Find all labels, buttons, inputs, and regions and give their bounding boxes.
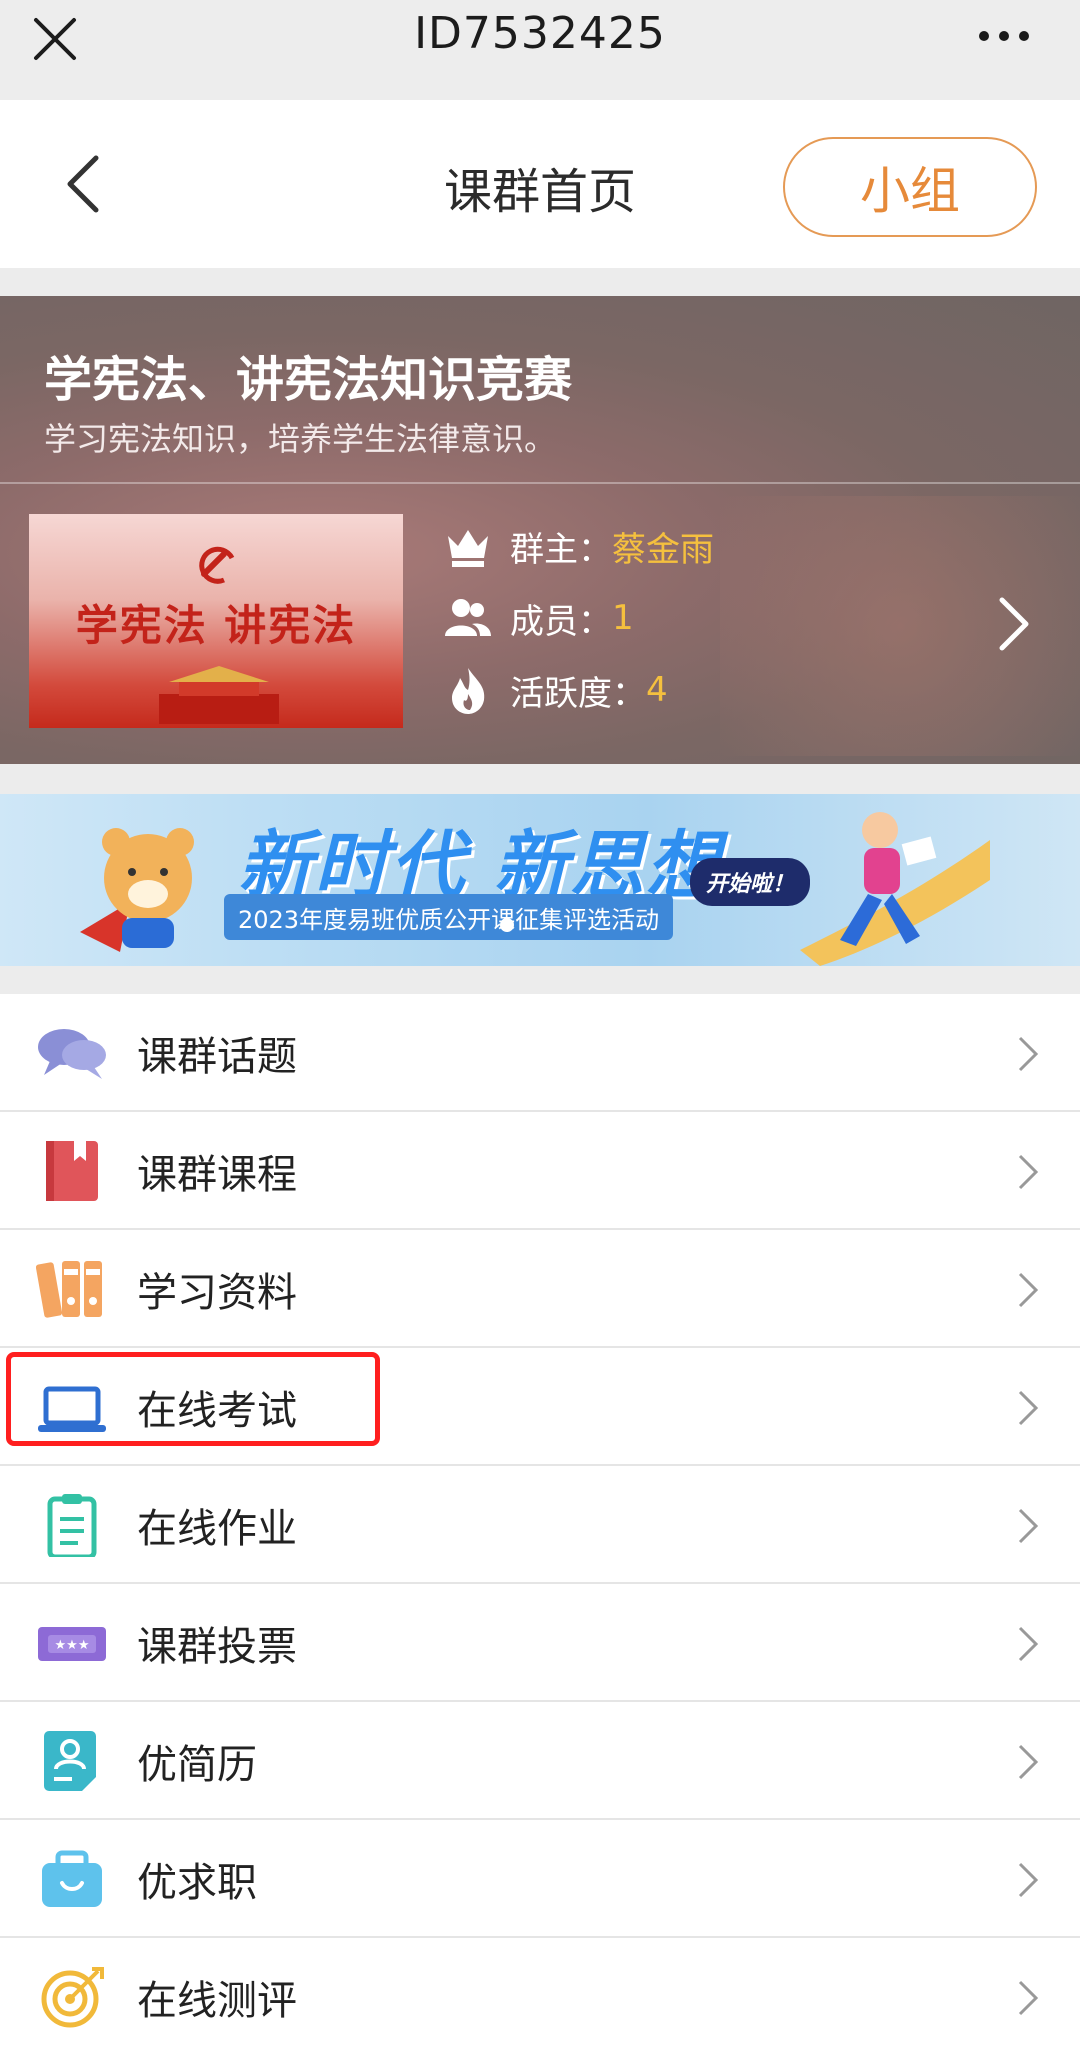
promo-banner[interactable]: 新时代 新思想 2023年度易班优质公开课征集评选活动 开始啦！ bbox=[0, 794, 1080, 966]
menu-item-label: 在线测评 bbox=[137, 1978, 297, 2024]
top-bar: ID7532425 bbox=[0, 0, 1080, 100]
window-title: ID7532425 bbox=[414, 8, 666, 59]
hammer-sickle-icon bbox=[199, 546, 235, 584]
chevron-right-icon bbox=[1018, 1626, 1039, 1662]
chevron-right-icon bbox=[1018, 1862, 1039, 1898]
owner-info: 群主： 蔡金雨 bbox=[442, 518, 714, 574]
menu-item-topics[interactable]: 课群话题 bbox=[0, 994, 1080, 1112]
members-info: 成员： 1 bbox=[442, 590, 634, 646]
menu-item-homework[interactable]: 在线作业 bbox=[0, 1466, 1080, 1584]
chat-bubbles-icon bbox=[38, 1029, 106, 1079]
banner-subtitle: 2023年度易班优质公开课征集评选活动 bbox=[224, 894, 674, 940]
tiananmen-silhouette bbox=[159, 666, 279, 724]
chevron-right-icon bbox=[1018, 1980, 1039, 2016]
owner-label: 群主： bbox=[510, 529, 612, 570]
runner-figure-icon bbox=[800, 812, 990, 966]
chevron-right-icon bbox=[1018, 1390, 1039, 1426]
members-label: 成员： bbox=[510, 601, 612, 642]
group-cover-image: 学宪法 讲宪法 bbox=[29, 514, 403, 728]
chevron-right-icon bbox=[1018, 1154, 1039, 1190]
chevron-right-icon bbox=[1018, 1036, 1039, 1072]
menu-item-label: 课群投票 bbox=[137, 1624, 297, 1670]
menu-item-jobs[interactable]: 优求职 bbox=[0, 1820, 1080, 1938]
divider bbox=[0, 482, 1080, 484]
target-icon bbox=[41, 1967, 104, 2028]
menu-item-label: 在线考试 bbox=[137, 1388, 297, 1434]
chevron-right-icon[interactable] bbox=[994, 594, 1034, 654]
feature-menu: 课群话题 课群课程 学习资料 在线考试 在线作业 ★★★ 课群投票 优简历 优求… bbox=[0, 994, 1080, 2056]
owner-value: 蔡金雨 bbox=[612, 529, 714, 570]
chevron-right-icon bbox=[1018, 1744, 1039, 1780]
menu-item-label: 在线作业 bbox=[137, 1506, 297, 1552]
page-header: 课群首页 小组 bbox=[0, 100, 1080, 268]
carousel-dot[interactable] bbox=[500, 918, 514, 932]
menu-item-label: 优求职 bbox=[137, 1860, 257, 1906]
menu-item-vote[interactable]: ★★★ 课群投票 bbox=[0, 1584, 1080, 1702]
menu-item-resume[interactable]: 优简历 bbox=[0, 1702, 1080, 1820]
menu-item-label: 课群课程 bbox=[137, 1152, 297, 1198]
menu-item-materials[interactable]: 学习资料 bbox=[0, 1230, 1080, 1348]
mascot-bear-icon bbox=[80, 828, 194, 952]
activity-label: 活跃度： bbox=[510, 673, 646, 714]
menu-item-assessment[interactable]: 在线测评 bbox=[0, 1938, 1080, 2056]
group-card[interactable]: 学宪法、讲宪法知识竞赛 学习宪法知识，培养学生法律意识。 学宪法 讲宪法 群主：… bbox=[0, 296, 1080, 764]
ticket-icon: ★★★ bbox=[38, 1627, 106, 1661]
menu-item-courses[interactable]: 课群课程 bbox=[0, 1112, 1080, 1230]
briefcase-icon bbox=[42, 1850, 102, 1907]
clipboard-icon bbox=[47, 1494, 97, 1557]
start-badge: 开始啦！ bbox=[690, 858, 811, 906]
menu-item-label: 课群话题 bbox=[137, 1034, 297, 1080]
people-icon bbox=[445, 599, 491, 636]
chevron-right-icon bbox=[1018, 1508, 1039, 1544]
crown-icon bbox=[448, 530, 488, 567]
activity-value: 4 bbox=[646, 670, 668, 710]
resume-icon bbox=[44, 1731, 96, 1791]
binders-icon bbox=[36, 1261, 102, 1318]
group-description: 学习宪法知识，培养学生法律意识。 bbox=[44, 420, 557, 458]
group-name: 学宪法、讲宪法知识竞赛 bbox=[44, 352, 573, 408]
cover-text: 学宪法 讲宪法 bbox=[75, 601, 357, 650]
menu-item-online-exam[interactable]: 在线考试 bbox=[0, 1348, 1080, 1466]
menu-item-label: 学习资料 bbox=[137, 1270, 297, 1316]
more-dots-icon[interactable] bbox=[976, 24, 1032, 48]
flame-icon bbox=[452, 668, 485, 714]
svg-text:★★★: ★★★ bbox=[55, 1638, 90, 1653]
activity-info: 活跃度： 4 bbox=[442, 662, 668, 718]
group-button[interactable]: 小组 bbox=[783, 137, 1037, 237]
menu-item-label: 优简历 bbox=[137, 1742, 257, 1788]
members-value: 1 bbox=[612, 598, 634, 638]
laptop-icon bbox=[38, 1386, 106, 1432]
chevron-right-icon bbox=[1018, 1272, 1039, 1308]
book-icon bbox=[46, 1141, 98, 1201]
